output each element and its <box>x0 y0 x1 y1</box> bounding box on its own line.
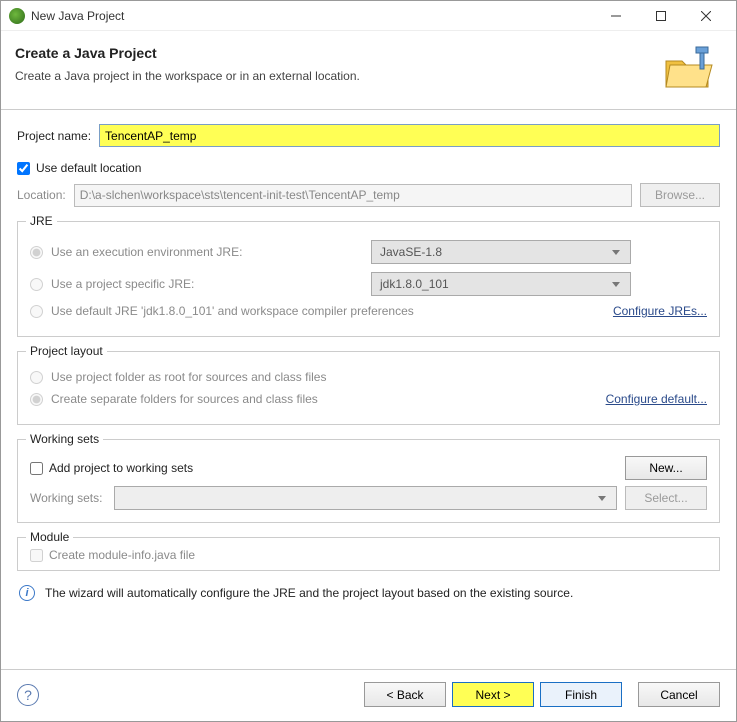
help-icon[interactable]: ? <box>17 684 39 706</box>
jre-exec-env-select: JavaSE-1.8 <box>371 240 631 264</box>
titlebar: New Java Project <box>1 1 736 31</box>
layout-separate-label: Create separate folders for sources and … <box>51 392 318 406</box>
project-name-row: Project name: <box>17 124 720 147</box>
use-default-location-label: Use default location <box>36 161 141 175</box>
folder-icon <box>662 45 718 93</box>
info-text: The wizard will automatically configure … <box>45 586 573 600</box>
jre-default-row: Use default JRE 'jdk1.8.0_101' and works… <box>30 304 707 318</box>
jre-default-label: Use default JRE 'jdk1.8.0_101' and works… <box>51 304 414 318</box>
working-sets-group: Working sets Add project to working sets… <box>17 439 720 523</box>
browse-button: Browse... <box>640 183 720 207</box>
jre-group-title: JRE <box>26 214 57 228</box>
page-description: Create a Java project in the workspace o… <box>15 69 662 83</box>
add-working-set-checkbox[interactable] <box>30 462 43 475</box>
jre-group: JRE Use an execution environment JRE: Ja… <box>17 221 720 337</box>
location-row: Location: Browse... <box>17 183 720 207</box>
working-sets-select <box>114 486 617 510</box>
location-label: Location: <box>17 188 66 202</box>
jre-exec-env-label: Use an execution environment JRE: <box>51 245 351 259</box>
jre-default-radio <box>30 305 43 318</box>
jre-project-specific-radio <box>30 278 43 291</box>
module-title: Module <box>26 530 73 544</box>
create-module-info-label: Create module-info.java file <box>49 548 195 562</box>
layout-root-label: Use project folder as root for sources a… <box>51 370 326 384</box>
configure-default-link[interactable]: Configure default... <box>606 392 707 406</box>
create-module-info-checkbox <box>30 549 43 562</box>
info-row: i The wizard will automatically configur… <box>17 571 720 615</box>
app-icon <box>9 8 25 24</box>
close-button[interactable] <box>683 1 728 31</box>
new-working-set-button[interactable]: New... <box>625 456 707 480</box>
module-row: Create module-info.java file <box>30 548 707 562</box>
location-input <box>74 184 632 207</box>
layout-separate-row: Create separate folders for sources and … <box>30 392 707 406</box>
window-title: New Java Project <box>31 9 593 23</box>
use-default-location-row: Use default location <box>17 161 720 175</box>
layout-separate-radio <box>30 393 43 406</box>
working-sets-select-row: Working sets: Select... <box>30 486 707 510</box>
page-title: Create a Java Project <box>15 45 662 61</box>
back-button[interactable]: < Back <box>364 682 446 707</box>
project-name-input[interactable] <box>99 124 720 147</box>
module-group: Module Create module-info.java file <box>17 537 720 571</box>
content-area: Project name: Use default location Locat… <box>1 110 736 659</box>
layout-root-row: Use project folder as root for sources a… <box>30 370 707 384</box>
footer: ? < Back Next > Finish Cancel <box>1 670 736 721</box>
maximize-button[interactable] <box>638 1 683 31</box>
info-icon: i <box>19 585 35 601</box>
project-name-label: Project name: <box>17 129 91 143</box>
add-working-set-label: Add project to working sets <box>49 461 193 475</box>
jre-project-specific-select: jdk1.8.0_101 <box>371 272 631 296</box>
select-working-set-button: Select... <box>625 486 707 510</box>
minimize-button[interactable] <box>593 1 638 31</box>
jre-exec-env-row: Use an execution environment JRE: JavaSE… <box>30 240 707 264</box>
use-default-location-checkbox[interactable] <box>17 162 30 175</box>
layout-root-radio <box>30 371 43 384</box>
finish-button[interactable]: Finish <box>540 682 622 707</box>
project-layout-title: Project layout <box>26 344 107 358</box>
jre-project-specific-row: Use a project specific JRE: jdk1.8.0_101 <box>30 272 707 296</box>
configure-jres-link[interactable]: Configure JREs... <box>613 304 707 318</box>
wizard-header: Create a Java Project Create a Java proj… <box>1 31 736 110</box>
next-button[interactable]: Next > <box>452 682 534 707</box>
working-sets-label: Working sets: <box>30 491 102 505</box>
cancel-button[interactable]: Cancel <box>638 682 720 707</box>
jre-exec-env-radio <box>30 246 43 259</box>
add-working-set-row: Add project to working sets New... <box>30 456 707 480</box>
jre-project-specific-label: Use a project specific JRE: <box>51 277 351 291</box>
working-sets-title: Working sets <box>26 432 103 446</box>
project-layout-group: Project layout Use project folder as roo… <box>17 351 720 425</box>
